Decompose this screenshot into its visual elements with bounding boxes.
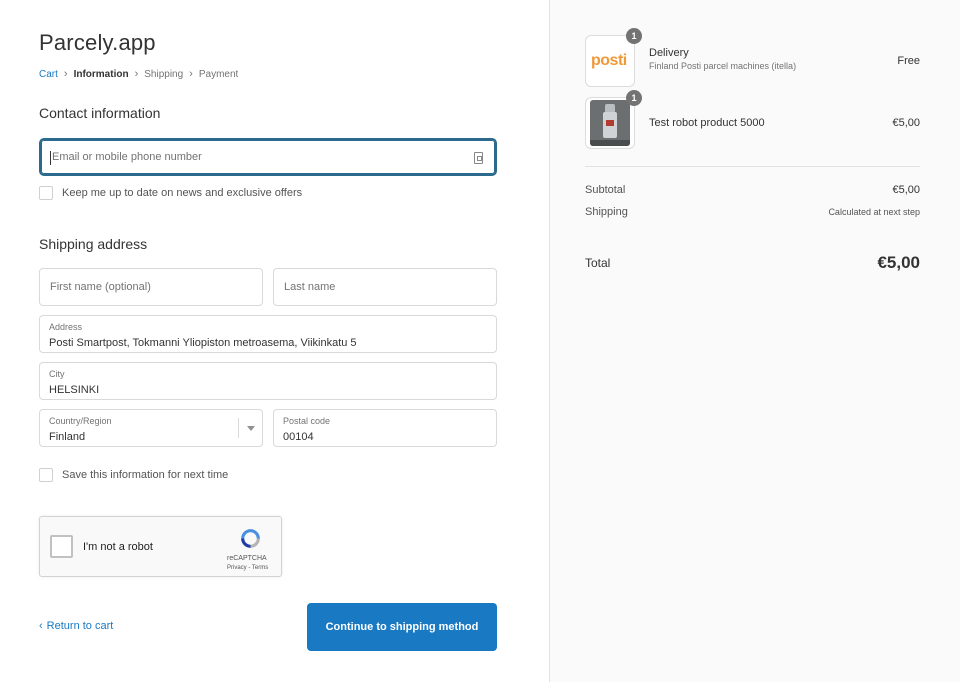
recaptcha-logo-icon — [241, 529, 260, 548]
chevron-right-icon: › — [134, 68, 139, 80]
postal-label: Postal code — [283, 416, 331, 426]
last-name-field[interactable]: Last name — [273, 268, 497, 306]
order-item-delivery: posti 1 Delivery Finland Posti parcel ma… — [585, 28, 920, 87]
chevron-right-icon: › — [63, 68, 68, 80]
first-name-field[interactable]: First name (optional) — [39, 268, 263, 306]
recaptcha-brand: reCAPTCHA — [227, 555, 267, 562]
chevron-left-icon: ‹ — [39, 620, 43, 632]
first-name-placeholder: First name (optional) — [50, 281, 151, 293]
checkout-main: Parcely.app Cart › Information › Shippin… — [0, 0, 549, 682]
shipping-row: Shipping Calculated at next step — [585, 206, 920, 218]
robot-thumbnail: 1 — [585, 90, 642, 149]
save-info-checkbox[interactable] — [39, 468, 53, 482]
item-price: €5,00 — [892, 117, 920, 129]
city-label: City — [49, 369, 65, 379]
country-value: Finland — [49, 431, 86, 443]
breadcrumb-information: Information — [73, 68, 129, 80]
contact-card-icon — [474, 152, 483, 164]
save-info-label: Save this information for next time — [62, 469, 229, 481]
item-subtitle: Finland Posti parcel machines (itella) — [649, 61, 797, 71]
last-name-placeholder: Last name — [284, 281, 336, 293]
breadcrumb-shipping: Shipping — [144, 68, 184, 80]
city-field[interactable]: City HELSINKI — [39, 362, 497, 400]
subtotal-value: €5,00 — [892, 184, 920, 196]
newsletter-row[interactable]: Keep me up to date on news and exclusive… — [39, 186, 302, 200]
store-logo[interactable]: Parcely.app — [39, 30, 156, 56]
address-label: Address — [49, 322, 83, 332]
delivery-thumbnail: posti 1 — [585, 28, 642, 87]
breadcrumb-cart[interactable]: Cart — [39, 69, 58, 80]
contact-section-title: Contact information — [39, 105, 161, 121]
recaptcha-widget: I'm not a robot reCAPTCHA Privacy - Term… — [39, 516, 282, 577]
item-price: Free — [897, 55, 920, 67]
address-value: Posti Smartpost, Tokmanni Yliopiston met… — [49, 337, 357, 349]
shipping-label: Shipping — [585, 206, 628, 218]
total-label: Total — [585, 256, 611, 270]
return-label: Return to cart — [46, 620, 114, 632]
newsletter-label: Keep me up to date on news and exclusive… — [62, 187, 303, 199]
robot-product-image — [590, 100, 630, 146]
breadcrumb: Cart › Information › Shipping › Payment — [39, 68, 238, 80]
text-caret — [50, 151, 51, 165]
continue-button[interactable]: Continue to shipping method — [307, 603, 497, 651]
save-info-row[interactable]: Save this information for next time — [39, 468, 228, 482]
recaptcha-label: I'm not a robot — [83, 541, 153, 553]
postal-code-field[interactable]: Postal code 00104 — [273, 409, 497, 447]
chevron-down-icon — [238, 418, 262, 438]
posti-logo: posti — [591, 52, 627, 69]
shipping-value: Calculated at next step — [828, 207, 920, 217]
email-field[interactable]: Email or mobile phone number — [39, 138, 497, 176]
postal-value: 00104 — [283, 431, 314, 443]
subtotal-row: Subtotal €5,00 — [585, 184, 920, 196]
quantity-badge: 1 — [626, 90, 642, 106]
order-item-robot: 1 Test robot product 5000 €5,00 — [585, 90, 920, 149]
recaptcha-terms[interactable]: Privacy - Terms — [227, 565, 268, 571]
country-label: Country/Region — [49, 416, 112, 426]
newsletter-checkbox[interactable] — [39, 186, 53, 200]
item-name: Test robot product 5000 — [649, 117, 765, 129]
item-name: Delivery — [649, 47, 689, 59]
email-placeholder: Email or mobile phone number — [52, 151, 202, 163]
shipping-section-title: Shipping address — [39, 236, 148, 252]
return-to-cart-link[interactable]: ‹ Return to cart — [39, 620, 113, 632]
chevron-right-icon: › — [189, 68, 193, 80]
address-field[interactable]: Address Posti Smartpost, Tokmanni Yliopi… — [39, 315, 497, 353]
breadcrumb-payment: Payment — [198, 68, 239, 80]
country-select[interactable]: Country/Region Finland — [39, 409, 263, 447]
summary-divider — [585, 166, 920, 167]
subtotal-label: Subtotal — [585, 184, 626, 196]
city-value: HELSINKI — [49, 384, 100, 396]
total-row: Total €5,00 — [585, 253, 920, 273]
total-value: €5,00 — [877, 253, 920, 272]
quantity-badge: 1 — [626, 28, 642, 44]
recaptcha-checkbox[interactable] — [50, 535, 73, 558]
